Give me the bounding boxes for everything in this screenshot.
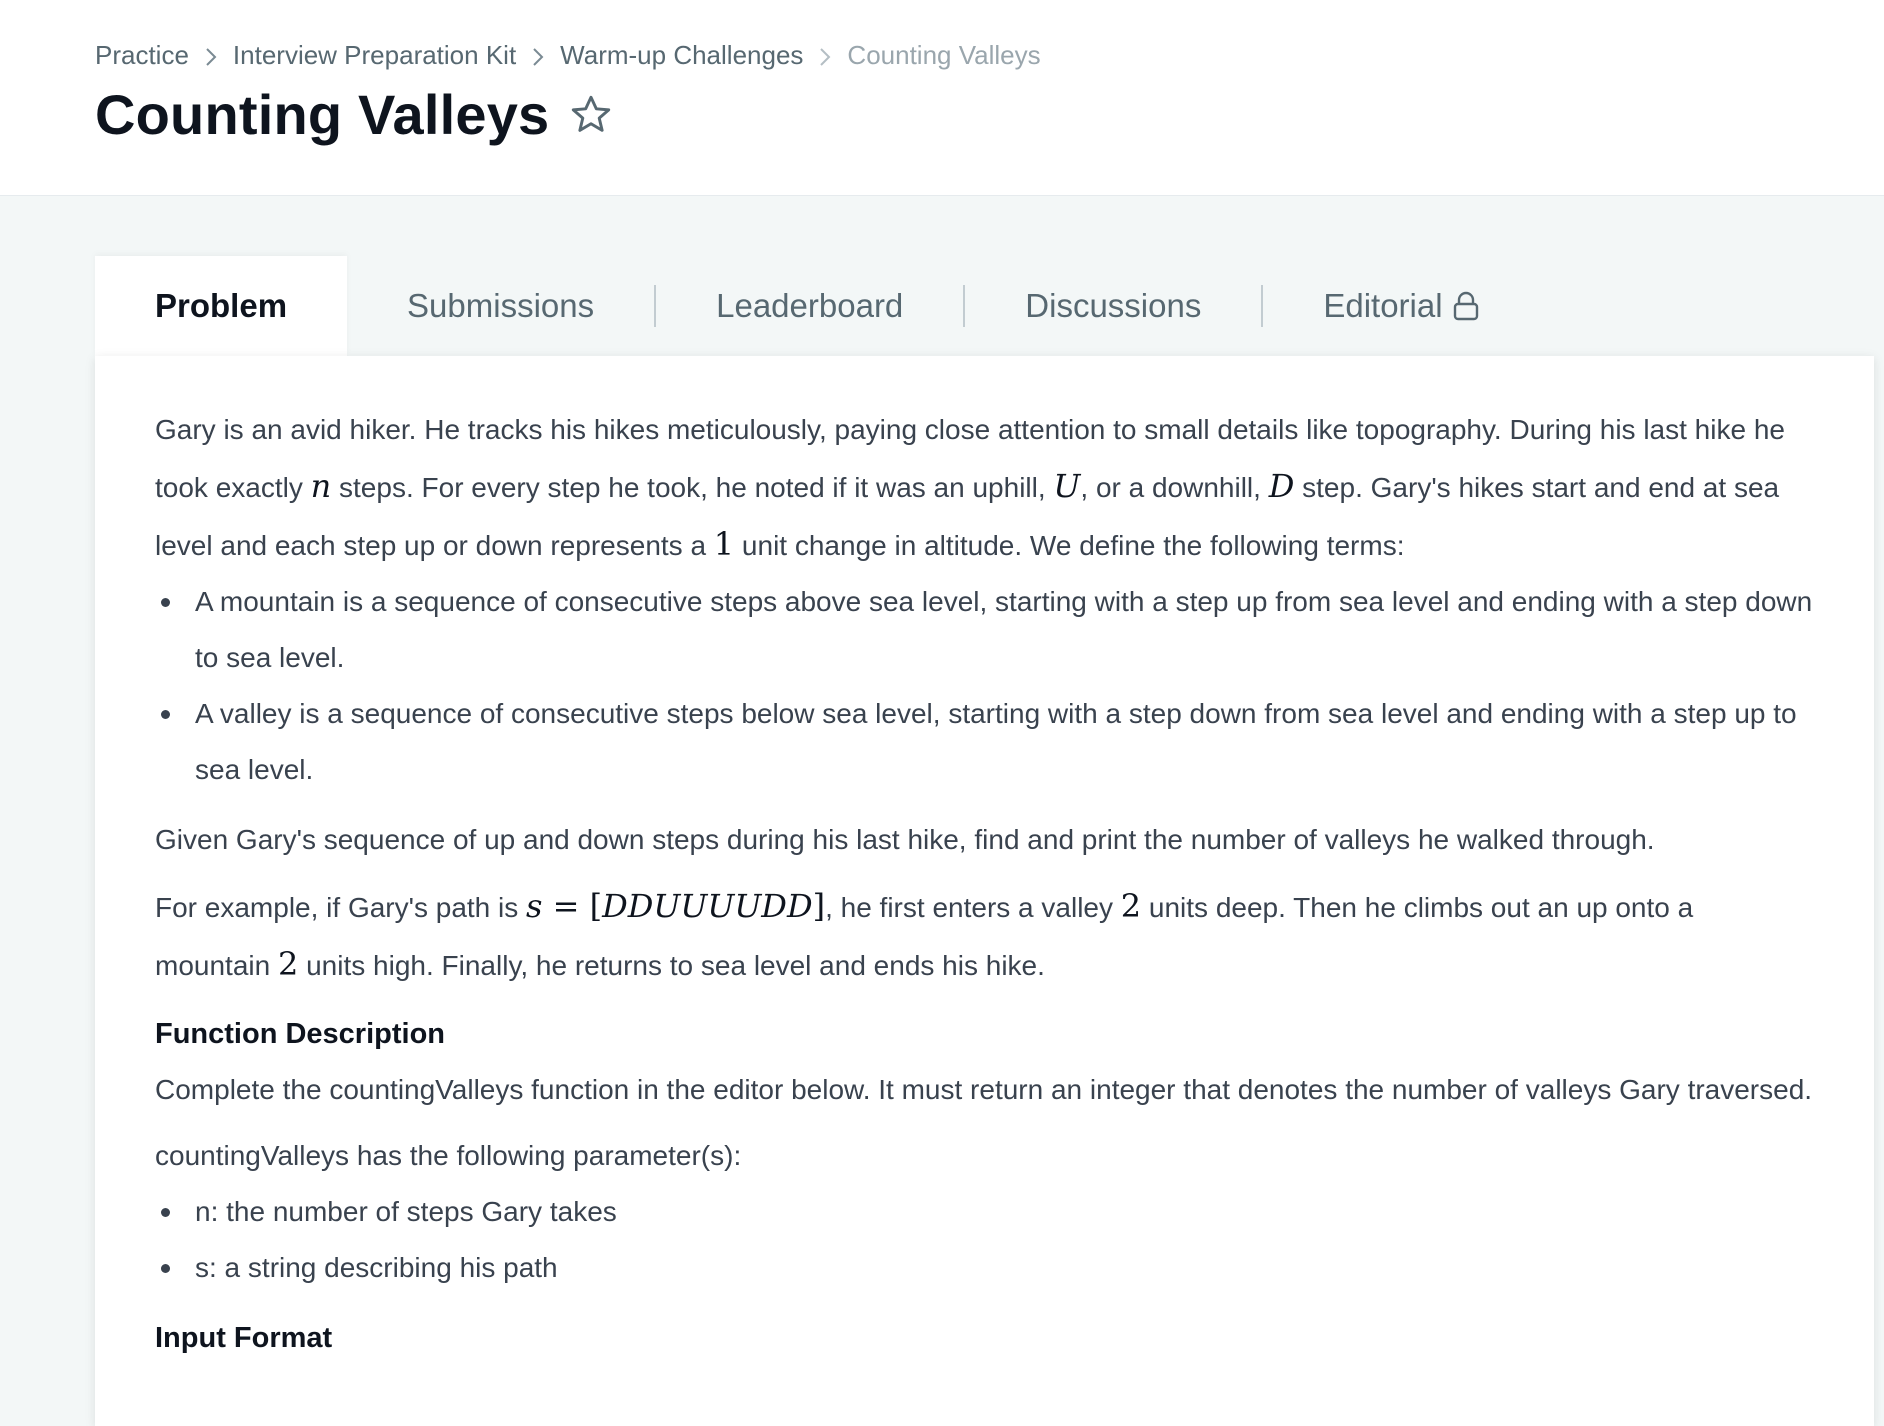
function-description-heading: Function Description [155,1018,445,1050]
lock-icon [1451,290,1481,322]
intro-paragraph: Gary is an avid hiker. He tracks his hik… [155,402,1814,574]
math-two: 2 [1120,887,1142,925]
page-title: Counting Valleys [95,83,550,146]
tab-problem[interactable]: Problem [95,256,348,356]
list-item: A mountain is a sequence of consecutive … [155,574,1814,686]
math-u: U [1053,467,1081,505]
tab-leaderboard[interactable]: Leaderboard [656,256,963,356]
chevron-right-icon [803,40,847,71]
text: units high. Finally, he returns to sea l… [298,950,1045,981]
math-one: 1 [713,525,735,563]
params-list: n: the number of steps Gary takes s: a s… [155,1184,1814,1296]
math-path: DDUUUUDD [602,887,813,925]
text: , he first enters a valley [825,892,1121,923]
math-bracket: ] [812,887,826,925]
breadcrumb: Practice Interview Preparation Kit Warm-… [95,40,1041,71]
text: steps. For every step he took, he noted … [331,472,1054,503]
breadcrumb-warmup[interactable]: Warm-up Challenges [560,40,803,71]
star-icon[interactable] [569,94,613,136]
tab-editorial[interactable]: Editorial [1263,256,1540,356]
tab-label: Submissions [407,287,595,324]
math-d: D [1268,467,1295,505]
function-description: Complete the countingValleys function in… [155,1074,1813,1105]
chevron-right-icon [189,40,233,71]
page-header: Practice Interview Preparation Kit Warm-… [0,0,1884,196]
tab-label: Problem [155,287,288,324]
list-item: A valley is a sequence of consecutive st… [155,686,1814,798]
math-s: s [526,887,543,925]
chevron-right-icon [516,40,560,71]
breadcrumb-practice[interactable]: Practice [95,40,189,71]
tab-label: Discussions [1025,287,1202,324]
tab-label: Editorial [1323,287,1443,324]
task-paragraph: Given Gary's sequence of up and down ste… [155,824,1655,855]
params-intro: countingValleys has the following parame… [155,1140,742,1171]
tab-label: Leaderboard [716,287,904,324]
text: , or a downhill, [1080,472,1269,503]
text: unit change in altitude. We define the f… [734,530,1405,561]
math-two: 2 [277,945,299,983]
tab-discussions[interactable]: Discussions [965,256,1261,356]
tab-bar: Problem Submissions Leaderboard Discussi… [95,256,1541,356]
problem-statement: Gary is an avid hiker. He tracks his hik… [95,356,1874,1426]
definitions-list: A mountain is a sequence of consecutive … [155,574,1814,798]
math-n: n [310,467,332,505]
tab-submissions[interactable]: Submissions [347,256,654,356]
example-paragraph: For example, if Gary's path is s = [DDUU… [155,878,1814,994]
list-item: n: the number of steps Gary takes [155,1184,1814,1240]
list-item: s: a string describing his path [155,1240,1814,1296]
breadcrumb-current: Counting Valleys [847,40,1041,70]
title-row: Counting Valleys [95,82,613,147]
math-eq: = [ [542,887,603,925]
input-format-heading: Input Format [155,1322,333,1354]
text: For example, if Gary's path is [155,892,527,923]
breadcrumb-interview-kit[interactable]: Interview Preparation Kit [233,40,516,71]
